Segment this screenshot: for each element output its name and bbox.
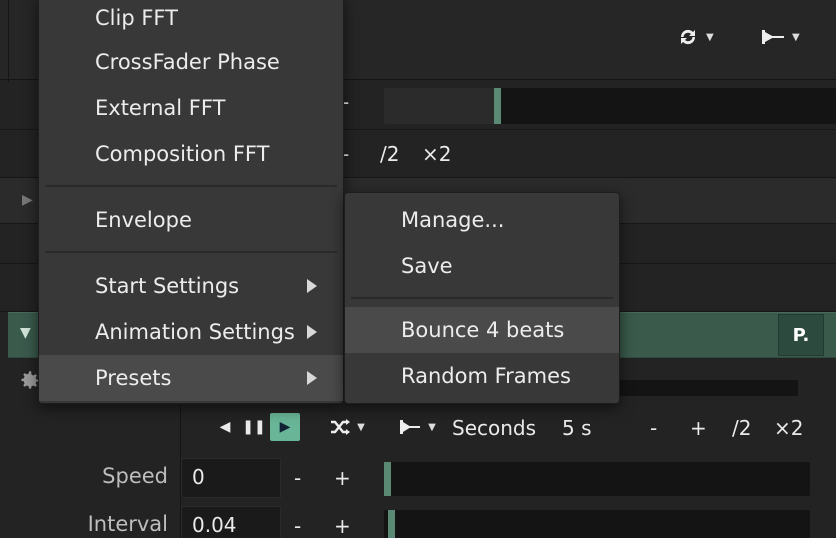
menu-item-composition-fft[interactable]: Composition FFT xyxy=(39,131,343,177)
menu-item-label: Presets xyxy=(95,366,172,390)
menu-item-presets[interactable]: Presets xyxy=(39,355,343,401)
half-button[interactable]: /2 xyxy=(380,142,399,166)
preset-button[interactable]: P. xyxy=(778,314,824,356)
speed-slider-handle[interactable] xyxy=(384,462,391,496)
expand-arrow-icon[interactable]: ▶ xyxy=(22,192,33,208)
shuffle-icon xyxy=(331,419,351,435)
presets-submenu: Manage... Save Bounce 4 beats Random Fra… xyxy=(344,192,620,404)
chevron-down-icon: ▼ xyxy=(428,421,436,433)
menu-item-label: Animation Settings xyxy=(95,320,295,344)
menu-item-start-settings[interactable]: Start Settings xyxy=(39,263,343,309)
menu-item-clip-fft[interactable]: Clip FFT xyxy=(39,0,343,41)
menu-item-label: Start Settings xyxy=(95,274,240,298)
slider-handle[interactable] xyxy=(494,88,501,124)
menu-separator xyxy=(45,251,337,253)
interval-plus-button[interactable]: + xyxy=(334,514,351,538)
play-direction-button[interactable]: ▼ xyxy=(760,22,800,52)
menu-item-label: External FFT xyxy=(95,96,226,120)
submenu-item-random-frames[interactable]: Random Frames xyxy=(345,353,619,399)
double-button[interactable]: ×2 xyxy=(422,142,451,166)
chevron-down-icon: ▼ xyxy=(792,31,800,43)
chevron-down-icon: ▼ xyxy=(706,31,714,43)
param-mini-bar xyxy=(610,380,798,396)
step-back-icon[interactable]: ◀ xyxy=(216,412,234,442)
duration-minus-button[interactable]: - xyxy=(650,410,657,446)
menu-separator xyxy=(351,297,613,299)
menu-item-label: Envelope xyxy=(95,208,192,232)
play-direction-icon xyxy=(400,420,421,434)
duration-value[interactable]: 5 s xyxy=(562,410,592,446)
menu-item-label: Composition FFT xyxy=(95,142,270,166)
play-icon: ▶ xyxy=(279,419,291,435)
loop-mode-button[interactable]: ▼ xyxy=(676,22,714,52)
speed-slider[interactable] xyxy=(384,462,810,496)
loop-icon xyxy=(680,29,696,45)
submenu-item-label: Manage... xyxy=(401,208,505,232)
submenu-item-label: Bounce 4 beats xyxy=(401,318,565,342)
speed-value-field[interactable]: 0 xyxy=(181,458,281,498)
chevron-down-icon: ▼ xyxy=(357,421,365,433)
submenu-arrow-icon xyxy=(307,279,317,293)
duration-half-button[interactable]: /2 xyxy=(732,410,751,446)
direction-mode-button[interactable]: ▼ xyxy=(394,412,440,442)
submenu-item-label: Save xyxy=(401,254,453,278)
interval-label: Interval xyxy=(87,512,168,536)
interval-slider[interactable] xyxy=(384,510,810,538)
level-slider[interactable] xyxy=(384,88,836,124)
slider-fill xyxy=(384,88,496,124)
speed-plus-button[interactable]: + xyxy=(334,466,351,490)
menu-item-envelope[interactable]: Envelope xyxy=(39,197,343,243)
submenu-item-bounce-4-beats[interactable]: Bounce 4 beats xyxy=(345,307,619,353)
menu-item-label: Clip FFT xyxy=(95,6,178,30)
menu-item-crossfader-phase[interactable]: CrossFader Phase xyxy=(39,39,343,85)
preset-button-label: P. xyxy=(792,324,810,346)
interval-slider-handle[interactable] xyxy=(388,510,395,538)
pause-icon[interactable]: ❚❚ xyxy=(242,412,265,442)
menu-item-animation-settings[interactable]: Animation Settings xyxy=(39,309,343,355)
menu-item-external-fft[interactable]: External FFT xyxy=(39,85,343,131)
submenu-arrow-icon xyxy=(307,325,317,339)
speed-label: Speed xyxy=(102,464,168,488)
context-menu: Clip FFT CrossFader Phase External FFT C… xyxy=(38,0,344,404)
submenu-item-manage[interactable]: Manage... xyxy=(345,197,619,243)
collapse-arrow-icon[interactable]: ▼ xyxy=(20,325,31,341)
submenu-arrow-icon xyxy=(307,371,317,385)
play-direction-icon xyxy=(762,30,784,44)
play-button[interactable]: ▶ xyxy=(270,413,300,441)
interval-value-field[interactable]: 0.04 xyxy=(181,506,281,538)
submenu-item-save[interactable]: Save xyxy=(345,243,619,289)
duration-plus-button[interactable]: + xyxy=(690,410,707,446)
interval-minus-button[interactable]: - xyxy=(294,514,301,538)
menu-item-label: CrossFader Phase xyxy=(95,50,280,74)
duration-double-button[interactable]: ×2 xyxy=(774,410,803,446)
submenu-item-label: Random Frames xyxy=(401,364,571,388)
speed-minus-button[interactable]: - xyxy=(294,466,301,490)
menu-separator xyxy=(45,185,337,187)
random-mode-button[interactable]: ▼ xyxy=(324,412,370,442)
timebase-label[interactable]: Seconds xyxy=(452,410,536,446)
